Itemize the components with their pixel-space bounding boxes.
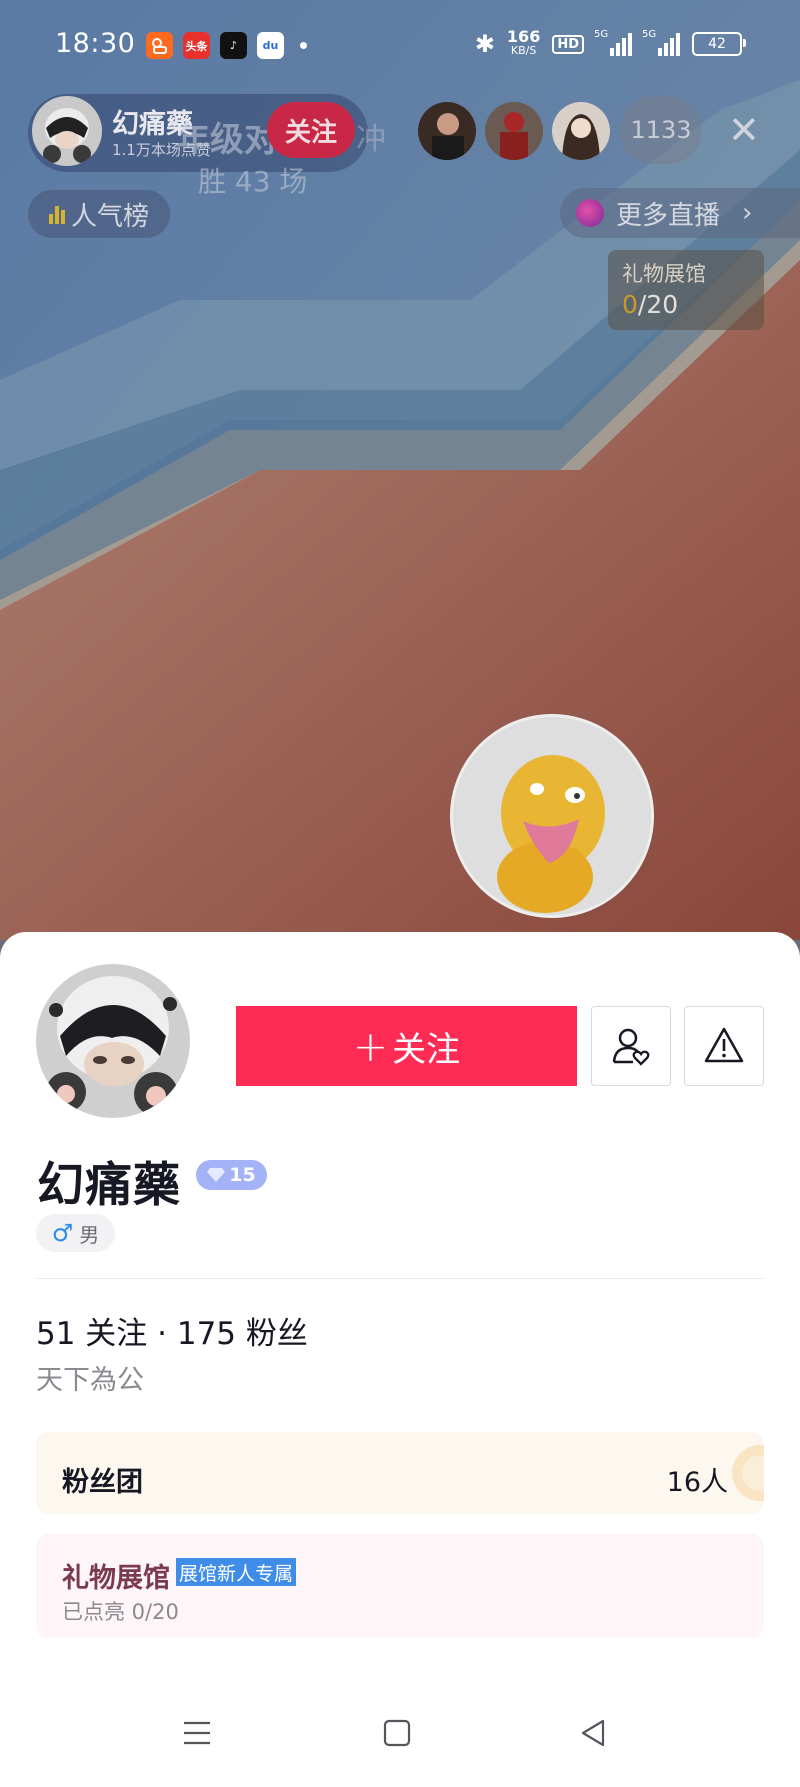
live-planet-icon: [576, 199, 604, 227]
more-notifications-dot: [300, 42, 307, 49]
gender-label: 男: [79, 1222, 100, 1247]
more-live-button[interactable]: 更多直播 ›: [560, 188, 800, 238]
fan-club-title: 粉丝团: [62, 1467, 143, 1498]
follow-fans-stats[interactable]: 51 关注 · 175 粉丝: [36, 1308, 308, 1353]
profile-name: 幻痛藥: [37, 1158, 181, 1213]
gift-hall-widget-title: 礼物展馆: [622, 262, 706, 286]
bar-chart-icon: [48, 204, 65, 224]
pk-banner-text-right: 冲: [356, 122, 386, 157]
bluetooth-icon: ✱: [474, 30, 495, 58]
follow-button[interactable]: + 关注: [236, 1006, 577, 1086]
close-live-button[interactable]: ✕: [728, 108, 760, 152]
newcomer-tag: 展馆新人专属: [176, 1558, 297, 1586]
gift-hall-title: 礼物展馆: [62, 1563, 170, 1594]
notification-app-icons: 头条 ♪ du: [146, 32, 307, 59]
host-follow-button[interactable]: 关注: [267, 102, 355, 158]
system-indicators: ✱ 166 KB/S HD 5G 5G 42: [474, 27, 746, 58]
baidu-icon: du: [257, 32, 284, 59]
back-triangle-icon: [581, 1719, 605, 1747]
profile-avatar[interactable]: [36, 964, 190, 1118]
gift-hall-widget-progress: 0/20: [622, 290, 679, 319]
duck-sticker-avatar: [450, 714, 654, 918]
pk-banner-text: 年级对: [176, 120, 278, 160]
chevron-right-icon: ›: [742, 198, 753, 228]
male-icon: ♂: [51, 1219, 74, 1247]
square-icon: [383, 1719, 411, 1747]
popularity-rank-label: 人气榜: [70, 201, 149, 232]
viewer-count[interactable]: 1133: [620, 96, 702, 164]
top-viewer-avatar-3[interactable]: [552, 102, 610, 160]
top-viewer-avatar-2[interactable]: [485, 102, 543, 160]
more-live-label: 更多直播: [616, 200, 721, 231]
host-avatar[interactable]: [32, 96, 102, 166]
profile-signature: 天下為公: [36, 1365, 144, 1396]
top-viewer-avatar-1[interactable]: [418, 102, 476, 160]
battery-icon: 42: [692, 32, 746, 56]
fan-club-card[interactable]: [36, 1432, 764, 1514]
divider: [36, 1278, 764, 1279]
kuaishou-icon: [146, 32, 173, 59]
diamond-icon: [207, 1168, 226, 1182]
network-speed: 166 KB/S: [506, 27, 541, 58]
fan-club-count: 16人: [666, 1467, 728, 1498]
fan-club-decoration-icon: [732, 1445, 764, 1501]
status-bar: 18:30 头条 ♪ du ✱ 166 KB/S HD 5G 5G 42: [0, 0, 800, 92]
gender-badge: ♂ 男: [36, 1214, 115, 1252]
status-time: 18:30: [55, 28, 136, 59]
user-heart-icon: [612, 1028, 650, 1066]
menu-icon: [184, 1721, 210, 1745]
toutiao-icon: 头条: [183, 32, 210, 59]
home-nav-button[interactable]: [382, 1718, 412, 1752]
signal-5g-icon: 5G: [594, 29, 632, 56]
hd-voice-icon: HD: [552, 34, 584, 54]
back-nav-button[interactable]: [578, 1718, 608, 1752]
plus-icon: +: [352, 1021, 389, 1071]
level-number: 15: [229, 1164, 256, 1186]
pk-wins-text: 胜 43 场: [198, 165, 308, 198]
menu-nav-button[interactable]: [182, 1718, 212, 1752]
tiktok-icon: ♪: [220, 32, 247, 59]
level-badge: 15: [196, 1160, 267, 1190]
follow-button-label: 关注: [392, 1029, 461, 1070]
report-button[interactable]: [684, 1006, 764, 1086]
popularity-rank-button[interactable]: 人气榜: [28, 190, 170, 238]
gift-hall-progress: 已点亮 0/20: [62, 1600, 179, 1624]
warning-icon: [704, 1027, 744, 1063]
special-follow-button[interactable]: [591, 1006, 671, 1086]
signal-5g-icon-secondary: 5G: [642, 29, 680, 56]
